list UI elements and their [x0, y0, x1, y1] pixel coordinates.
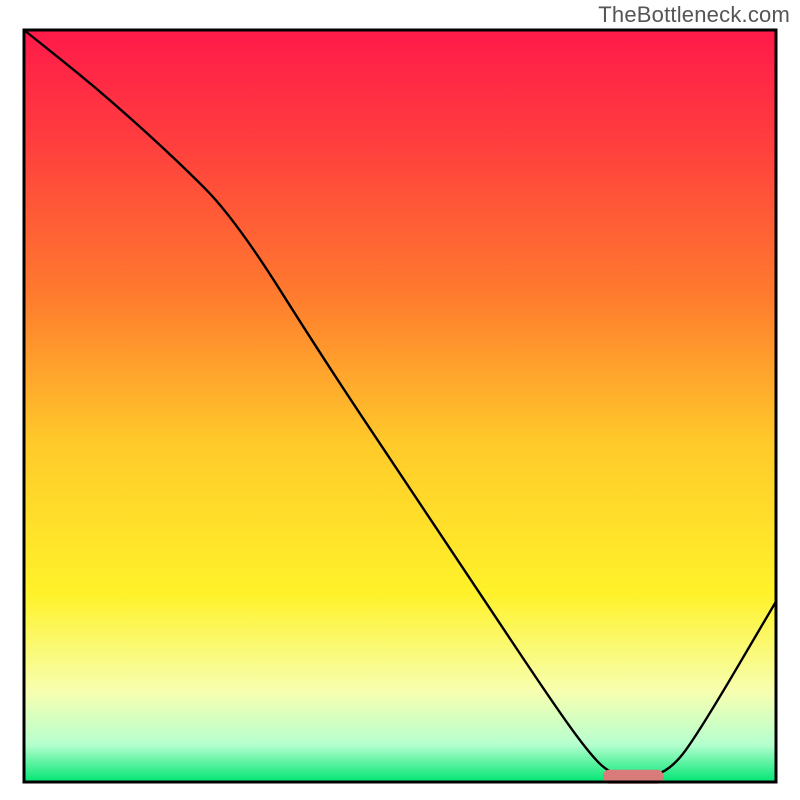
- plot-area: [24, 30, 776, 784]
- chart-container: TheBottleneck.com: [0, 0, 800, 800]
- gradient-background: [24, 30, 776, 782]
- bottleneck-chart: [0, 0, 800, 800]
